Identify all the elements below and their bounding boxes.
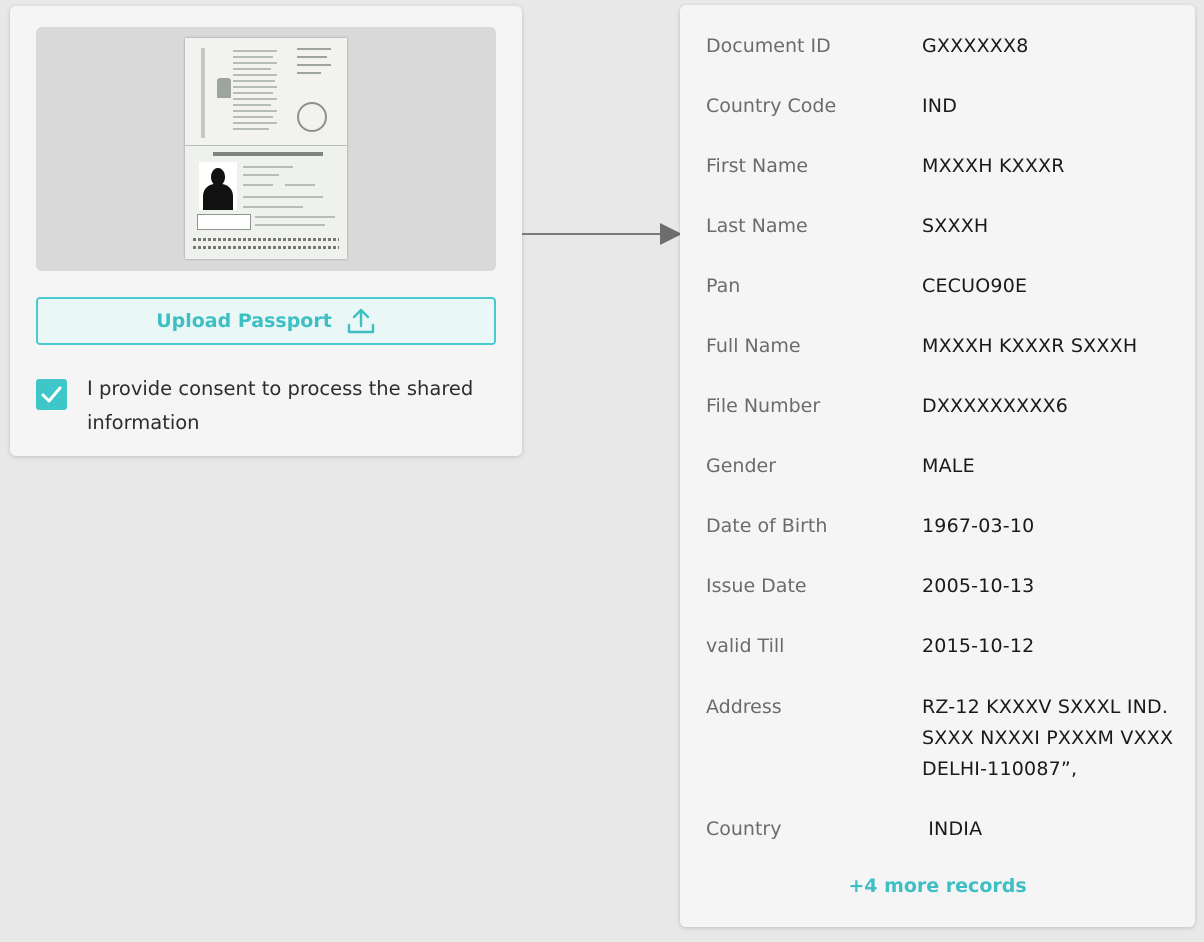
record-value: SXXXH — [922, 215, 989, 237]
record-value: IND — [922, 95, 958, 117]
record-value: INDIA — [922, 818, 983, 840]
record-label: Gender — [706, 455, 777, 477]
record-label: Document ID — [706, 35, 831, 57]
record-label: Country — [706, 818, 782, 840]
extracted-details-card: Document ID GXXXXXX8 Country Code IND Fi… — [680, 5, 1195, 927]
record-value: RZ-12 KXXXV SXXXL IND. SXXX NXXXI PXXXM … — [922, 696, 1174, 780]
seal-icon — [297, 102, 327, 132]
record-label: Full Name — [706, 335, 801, 357]
passport-preview — [36, 27, 496, 271]
upload-passport-label: Upload Passport — [156, 310, 332, 332]
consent-checkbox[interactable] — [36, 379, 67, 410]
checkmark-icon — [41, 386, 62, 403]
record-value: CECUO90E — [922, 275, 1028, 297]
record-label: Pan — [706, 275, 741, 297]
record-label: Date of Birth — [706, 515, 828, 537]
record-label: File Number — [706, 395, 821, 417]
record-value: MXXXH KXXXR SXXXH — [922, 335, 1138, 357]
passport-upload-card: Upload Passport I provide consent to pro… — [10, 6, 522, 456]
arrow-connector-icon — [522, 223, 682, 245]
record-label: Country Code — [706, 95, 837, 117]
record-value: DXXXXXXXXX6 — [922, 395, 1069, 417]
record-label: Last Name — [706, 215, 808, 237]
record-label: Address — [706, 696, 782, 718]
record-label: Issue Date — [706, 575, 807, 597]
more-records-link[interactable]: +4 more records — [680, 875, 1195, 897]
record-value: MALE — [922, 455, 975, 477]
record-value: 2015-10-12 — [922, 635, 1035, 657]
passport-image — [185, 38, 347, 259]
record-label: valid Till — [706, 635, 785, 657]
record-value: 2005-10-13 — [922, 575, 1035, 597]
record-label: First Name — [706, 155, 809, 177]
upload-icon — [347, 308, 374, 334]
record-value: GXXXXXX8 — [922, 35, 1029, 57]
consent-label: I provide consent to process the shared … — [87, 377, 474, 434]
national-emblem-icon — [217, 78, 231, 98]
record-value: 1967-03-10 — [922, 515, 1035, 537]
record-value: MXXXH KXXXR — [922, 155, 1065, 177]
signature-box — [197, 214, 251, 230]
passport-photo — [199, 162, 237, 210]
upload-passport-button[interactable]: Upload Passport — [36, 297, 496, 345]
